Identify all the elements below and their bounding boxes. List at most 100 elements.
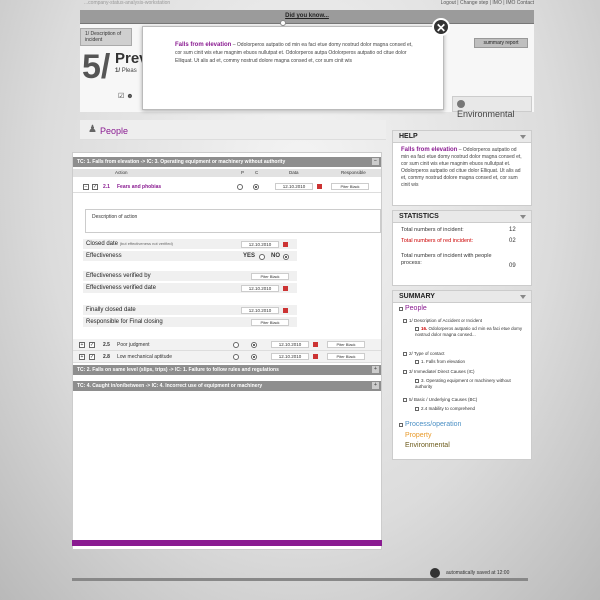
checkbox-icon[interactable]: ☑: [118, 93, 124, 100]
checkbox-icon[interactable]: [415, 327, 419, 331]
expand-checkbox[interactable]: −: [83, 184, 89, 190]
col-date: Data: [289, 170, 299, 175]
responsible-final-field[interactable]: Piter Black: [251, 319, 289, 326]
row-checkbox[interactable]: ✓: [92, 184, 98, 190]
date-field[interactable]: 12.10.2010: [271, 353, 309, 360]
tc-bar-1[interactable]: TC: 1. Falls from elevation -> IC: 3. Op…: [73, 157, 381, 167]
summary-process[interactable]: Process/operation: [399, 421, 461, 428]
tab-environmental[interactable]: Environmental: [452, 96, 532, 119]
collapse-icon[interactable]: −: [372, 158, 379, 165]
checkbox-icon[interactable]: [415, 379, 419, 383]
verified-date-field[interactable]: 12.10.2010: [241, 285, 279, 292]
responsible-field[interactable]: Piter Black: [331, 183, 369, 190]
radio-p[interactable]: [233, 354, 239, 360]
expand-checkbox[interactable]: +: [79, 354, 85, 360]
top-bar: ...company-status-analysis-workstation L…: [78, 0, 534, 10]
final-closed-field[interactable]: 12.10.2010: [241, 307, 279, 314]
summary-property[interactable]: Property: [405, 432, 431, 439]
close-icon[interactable]: ✕: [432, 18, 450, 36]
checkbox-icon[interactable]: [403, 398, 407, 402]
checkbox-icon[interactable]: [403, 352, 407, 356]
calendar-icon[interactable]: [313, 354, 318, 359]
summary-item-label: 1/ Description of Accident or Incident: [409, 318, 483, 323]
table-row[interactable]: + ✓ 2.8 Low mechanical aptitude 12.10.20…: [73, 351, 381, 363]
help-header[interactable]: HELP: [393, 131, 531, 143]
stat-total-value: 12: [509, 227, 516, 233]
calendar-icon[interactable]: [283, 308, 288, 313]
table-row[interactable]: − ✓ 2.1 Fears and phobias 12.10.2010 Pit…: [73, 181, 381, 193]
date-field[interactable]: 12.10.2010: [275, 183, 313, 190]
top-left-text: ...company-status-analysis-workstation: [84, 0, 171, 6]
verified-by-label: Effectiveness verified by: [86, 273, 151, 279]
expand-icon[interactable]: +: [372, 366, 379, 373]
summary-people[interactable]: People: [399, 305, 427, 312]
summary-subitem[interactable]: 3. Operating equipment or machinery with…: [415, 378, 525, 390]
yes-radio[interactable]: [259, 254, 265, 260]
description-of-action-input[interactable]: Description of action: [85, 209, 381, 233]
effectiveness-label: Effectiveness: [86, 253, 122, 259]
expand-checkbox[interactable]: +: [79, 342, 85, 348]
summary-subitem[interactable]: 1. Falls from elevation: [415, 359, 465, 364]
statistics-header[interactable]: STATISTICS: [393, 211, 531, 223]
row-number: 2.8: [103, 354, 110, 360]
stat-total-label: Total numbers of incident:: [401, 227, 464, 233]
radio-p[interactable]: [233, 342, 239, 348]
expand-box-icon[interactable]: [399, 423, 403, 427]
footer-divider: [72, 578, 528, 581]
calendar-icon[interactable]: [283, 286, 288, 291]
summary-report-button[interactable]: summary report: [474, 38, 528, 48]
checkbox-icon[interactable]: [403, 370, 407, 374]
tc-bar-3[interactable]: TC: 4. Caught in/on/between -> IC: 4. In…: [73, 381, 381, 391]
top-links[interactable]: Logout | Change step | IMO | IMO Contact: [441, 0, 534, 6]
summary-subitem[interactable]: 2.4 Inability to comprehend: [415, 406, 475, 411]
verified-by-field[interactable]: Piter Black: [251, 273, 289, 280]
row-number: 2.5: [103, 342, 110, 348]
expand-icon[interactable]: +: [372, 382, 379, 389]
summary-item[interactable]: 5/ Basic / Underlying Causes (BC): [403, 397, 477, 402]
summary-subitem[interactable]: 16. Odolorperos autpatio od min ea faci …: [415, 326, 527, 338]
responsible-field[interactable]: Piter Black: [327, 341, 365, 348]
chevron-down-icon[interactable]: [520, 135, 526, 139]
did-you-know-bar[interactable]: Did you know...: [80, 10, 534, 24]
collapse-box-icon[interactable]: [399, 307, 403, 311]
stat-people-label: Total numbers of incident with people pr…: [401, 253, 492, 266]
help-title: HELP: [399, 133, 418, 140]
row-checkbox[interactable]: ✓: [89, 354, 95, 360]
summary-header[interactable]: SUMMARY: [393, 291, 531, 303]
checkbox-icon[interactable]: [415, 407, 419, 411]
summary-item[interactable]: 3/ Immediate/ Direct Causes (IC): [403, 369, 475, 374]
summary-item[interactable]: 1/ Description of Accident or Incident: [403, 318, 482, 323]
radio-c[interactable]: [251, 354, 257, 360]
date-field[interactable]: 12.10.2010: [271, 341, 309, 348]
summary-environmental[interactable]: Environmental: [405, 442, 450, 449]
closed-date-note: (but effectiveness not verified): [119, 241, 173, 246]
responsible-field[interactable]: Piter Black: [327, 353, 365, 360]
closed-date-field[interactable]: 12.10.2010: [241, 241, 279, 248]
col-p: P: [241, 170, 245, 175]
radio-c[interactable]: [251, 342, 257, 348]
calendar-icon[interactable]: [283, 242, 288, 247]
did-you-know-label[interactable]: Did you know...: [80, 13, 534, 19]
calendar-icon[interactable]: [317, 184, 322, 189]
tab-description-of-incident[interactable]: 1/ Description of incident: [80, 28, 132, 46]
stat-red-label: Total numbers of red incident:: [401, 238, 474, 244]
radio-c[interactable]: [253, 184, 259, 190]
calendar-icon[interactable]: [313, 342, 318, 347]
no-radio[interactable]: [283, 254, 289, 260]
actions-panel: TC: 1. Falls from elevation -> IC: 3. Op…: [72, 152, 382, 550]
chevron-down-icon[interactable]: [520, 295, 526, 299]
table-row[interactable]: + ✓ 2.5 Poor judgment 12.10.2010 Piter B…: [73, 339, 381, 351]
row-checkbox[interactable]: ✓: [89, 342, 95, 348]
checkbox-icon[interactable]: [415, 360, 419, 364]
person-icon[interactable]: ☻: [126, 93, 133, 100]
summary-item[interactable]: 2/ Type of contact: [403, 351, 444, 356]
radio-p[interactable]: [237, 184, 243, 190]
responsible-final-label: Responsible for Final closing: [86, 319, 163, 325]
tc-bar-2[interactable]: TC: 2. Falls on same level (slips, trips…: [73, 365, 381, 375]
final-closed-label: Finally closed date: [86, 307, 136, 313]
header-icons[interactable]: ☑ ☻: [118, 92, 134, 100]
chevron-down-icon[interactable]: [520, 215, 526, 219]
checkbox-icon[interactable]: [403, 319, 407, 323]
help-body: – Odolorperos autpatio od min ea faci et…: [401, 147, 522, 188]
summary-process-label: Process/operation: [405, 421, 462, 428]
